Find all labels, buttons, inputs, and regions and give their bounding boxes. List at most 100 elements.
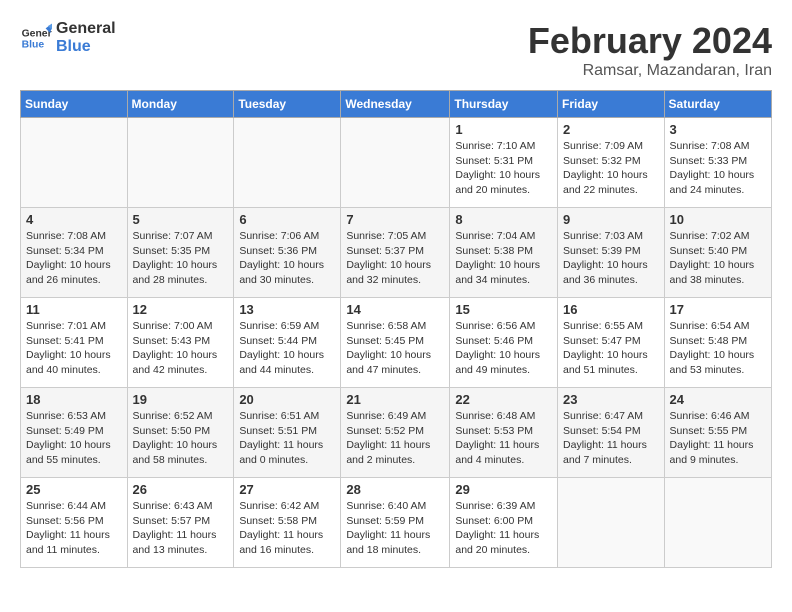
calendar-week-row: 1 Sunrise: 7:10 AMSunset: 5:31 PMDaylight…	[21, 118, 772, 208]
title-area: February 2024 Ramsar, Mazandaran, Iran	[528, 20, 772, 80]
day-info: Sunrise: 7:08 AMSunset: 5:33 PMDaylight:…	[670, 139, 766, 198]
calendar-cell: 27 Sunrise: 6:42 AMSunset: 5:58 PMDayligh…	[234, 478, 341, 568]
day-number: 25	[26, 482, 122, 497]
logo-general: General	[56, 20, 116, 38]
calendar-table: SundayMondayTuesdayWednesdayThursdayFrid…	[20, 90, 772, 568]
calendar-cell: 6 Sunrise: 7:06 AMSunset: 5:36 PMDaylight…	[234, 208, 341, 298]
day-number: 28	[346, 482, 444, 497]
day-info: Sunrise: 6:39 AMSunset: 6:00 PMDaylight:…	[455, 499, 552, 558]
weekday-header: Monday	[127, 91, 234, 118]
day-number: 12	[133, 302, 229, 317]
day-number: 21	[346, 392, 444, 407]
day-info: Sunrise: 6:46 AMSunset: 5:55 PMDaylight:…	[670, 409, 766, 468]
calendar-cell	[21, 118, 128, 208]
calendar-cell	[341, 118, 450, 208]
day-number: 17	[670, 302, 766, 317]
day-number: 11	[26, 302, 122, 317]
day-number: 13	[239, 302, 335, 317]
month-title: February 2024	[528, 20, 772, 62]
calendar-cell	[234, 118, 341, 208]
day-number: 4	[26, 212, 122, 227]
calendar-cell: 12 Sunrise: 7:00 AMSunset: 5:43 PMDayligh…	[127, 298, 234, 388]
day-info: Sunrise: 6:55 AMSunset: 5:47 PMDaylight:…	[563, 319, 659, 378]
calendar-cell: 22 Sunrise: 6:48 AMSunset: 5:53 PMDayligh…	[450, 388, 558, 478]
weekday-header: Saturday	[664, 91, 771, 118]
day-info: Sunrise: 7:01 AMSunset: 5:41 PMDaylight:…	[26, 319, 122, 378]
calendar-cell: 29 Sunrise: 6:39 AMSunset: 6:00 PMDayligh…	[450, 478, 558, 568]
day-number: 9	[563, 212, 659, 227]
day-number: 19	[133, 392, 229, 407]
calendar-cell: 4 Sunrise: 7:08 AMSunset: 5:34 PMDaylight…	[21, 208, 128, 298]
calendar-cell: 19Sunrise: 6:52 AMSunset: 5:50 PMDayligh…	[127, 388, 234, 478]
weekday-header: Thursday	[450, 91, 558, 118]
logo: General Blue General Blue	[20, 20, 116, 55]
day-info: Sunrise: 7:08 AMSunset: 5:34 PMDaylight:…	[26, 229, 122, 288]
weekday-header: Tuesday	[234, 91, 341, 118]
calendar-cell: 17 Sunrise: 6:54 AMSunset: 5:48 PMDayligh…	[664, 298, 771, 388]
day-info: Sunrise: 6:56 AMSunset: 5:46 PMDaylight:…	[455, 319, 552, 378]
day-number: 23	[563, 392, 659, 407]
day-number: 6	[239, 212, 335, 227]
day-number: 26	[133, 482, 229, 497]
calendar-cell: 2 Sunrise: 7:09 AMSunset: 5:32 PMDaylight…	[558, 118, 665, 208]
calendar-cell: 14Sunrise: 6:58 AMSunset: 5:45 PMDayligh…	[341, 298, 450, 388]
day-info: Sunrise: 7:03 AMSunset: 5:39 PMDaylight:…	[563, 229, 659, 288]
day-info: Sunrise: 6:47 AMSunset: 5:54 PMDaylight:…	[563, 409, 659, 468]
day-number: 8	[455, 212, 552, 227]
weekday-header: Wednesday	[341, 91, 450, 118]
calendar-cell: 7Sunrise: 7:05 AMSunset: 5:37 PMDaylight…	[341, 208, 450, 298]
day-info: Sunrise: 6:42 AMSunset: 5:58 PMDaylight:…	[239, 499, 335, 558]
day-number: 15	[455, 302, 552, 317]
calendar-cell	[558, 478, 665, 568]
calendar-week-row: 11 Sunrise: 7:01 AMSunset: 5:41 PMDayligh…	[21, 298, 772, 388]
calendar-cell: 8 Sunrise: 7:04 AMSunset: 5:38 PMDaylight…	[450, 208, 558, 298]
calendar-cell: 5 Sunrise: 7:07 AMSunset: 5:35 PMDaylight…	[127, 208, 234, 298]
calendar-cell: 25 Sunrise: 6:44 AMSunset: 5:56 PMDayligh…	[21, 478, 128, 568]
day-info: Sunrise: 7:00 AMSunset: 5:43 PMDaylight:…	[133, 319, 229, 378]
day-number: 3	[670, 122, 766, 137]
day-info: Sunrise: 6:40 AMSunset: 5:59 PMDaylight:…	[346, 499, 444, 558]
day-info: Sunrise: 6:49 AMSunset: 5:52 PMDaylight:…	[346, 409, 444, 468]
day-info: Sunrise: 7:09 AMSunset: 5:32 PMDaylight:…	[563, 139, 659, 198]
day-number: 24	[670, 392, 766, 407]
calendar-cell: 3 Sunrise: 7:08 AMSunset: 5:33 PMDaylight…	[664, 118, 771, 208]
day-info: Sunrise: 7:04 AMSunset: 5:38 PMDaylight:…	[455, 229, 552, 288]
day-number: 22	[455, 392, 552, 407]
day-number: 20	[239, 392, 335, 407]
day-info: Sunrise: 6:51 AMSunset: 5:51 PMDaylight:…	[239, 409, 335, 468]
calendar-cell: 24 Sunrise: 6:46 AMSunset: 5:55 PMDayligh…	[664, 388, 771, 478]
svg-text:Blue: Blue	[22, 39, 45, 50]
day-info: Sunrise: 6:44 AMSunset: 5:56 PMDaylight:…	[26, 499, 122, 558]
page-header: General Blue General Blue February 2024 …	[20, 20, 772, 80]
day-number: 29	[455, 482, 552, 497]
calendar-cell	[127, 118, 234, 208]
calendar-cell: 10Sunrise: 7:02 AMSunset: 5:40 PMDayligh…	[664, 208, 771, 298]
day-number: 27	[239, 482, 335, 497]
day-number: 2	[563, 122, 659, 137]
calendar-cell: 26 Sunrise: 6:43 AMSunset: 5:57 PMDayligh…	[127, 478, 234, 568]
weekday-header: Friday	[558, 91, 665, 118]
logo-icon: General Blue	[20, 22, 52, 54]
day-info: Sunrise: 6:48 AMSunset: 5:53 PMDaylight:…	[455, 409, 552, 468]
day-number: 1	[455, 122, 552, 137]
calendar-week-row: 4 Sunrise: 7:08 AMSunset: 5:34 PMDaylight…	[21, 208, 772, 298]
day-info: Sunrise: 6:43 AMSunset: 5:57 PMDaylight:…	[133, 499, 229, 558]
logo-blue: Blue	[56, 38, 116, 56]
day-info: Sunrise: 6:53 AMSunset: 5:49 PMDaylight:…	[26, 409, 122, 468]
calendar-cell	[664, 478, 771, 568]
day-number: 10	[670, 212, 766, 227]
weekday-header: Sunday	[21, 91, 128, 118]
calendar-cell: 9 Sunrise: 7:03 AMSunset: 5:39 PMDaylight…	[558, 208, 665, 298]
day-info: Sunrise: 7:10 AMSunset: 5:31 PMDaylight:…	[455, 139, 552, 198]
day-info: Sunrise: 6:59 AMSunset: 5:44 PMDaylight:…	[239, 319, 335, 378]
day-info: Sunrise: 7:07 AMSunset: 5:35 PMDaylight:…	[133, 229, 229, 288]
calendar-cell: 28 Sunrise: 6:40 AMSunset: 5:59 PMDayligh…	[341, 478, 450, 568]
calendar-week-row: 25 Sunrise: 6:44 AMSunset: 5:56 PMDayligh…	[21, 478, 772, 568]
day-number: 5	[133, 212, 229, 227]
calendar-cell: 15 Sunrise: 6:56 AMSunset: 5:46 PMDayligh…	[450, 298, 558, 388]
calendar-cell: 16 Sunrise: 6:55 AMSunset: 5:47 PMDayligh…	[558, 298, 665, 388]
day-info: Sunrise: 6:54 AMSunset: 5:48 PMDaylight:…	[670, 319, 766, 378]
day-info: Sunrise: 7:06 AMSunset: 5:36 PMDaylight:…	[239, 229, 335, 288]
calendar-week-row: 18Sunrise: 6:53 AMSunset: 5:49 PMDayligh…	[21, 388, 772, 478]
day-number: 16	[563, 302, 659, 317]
